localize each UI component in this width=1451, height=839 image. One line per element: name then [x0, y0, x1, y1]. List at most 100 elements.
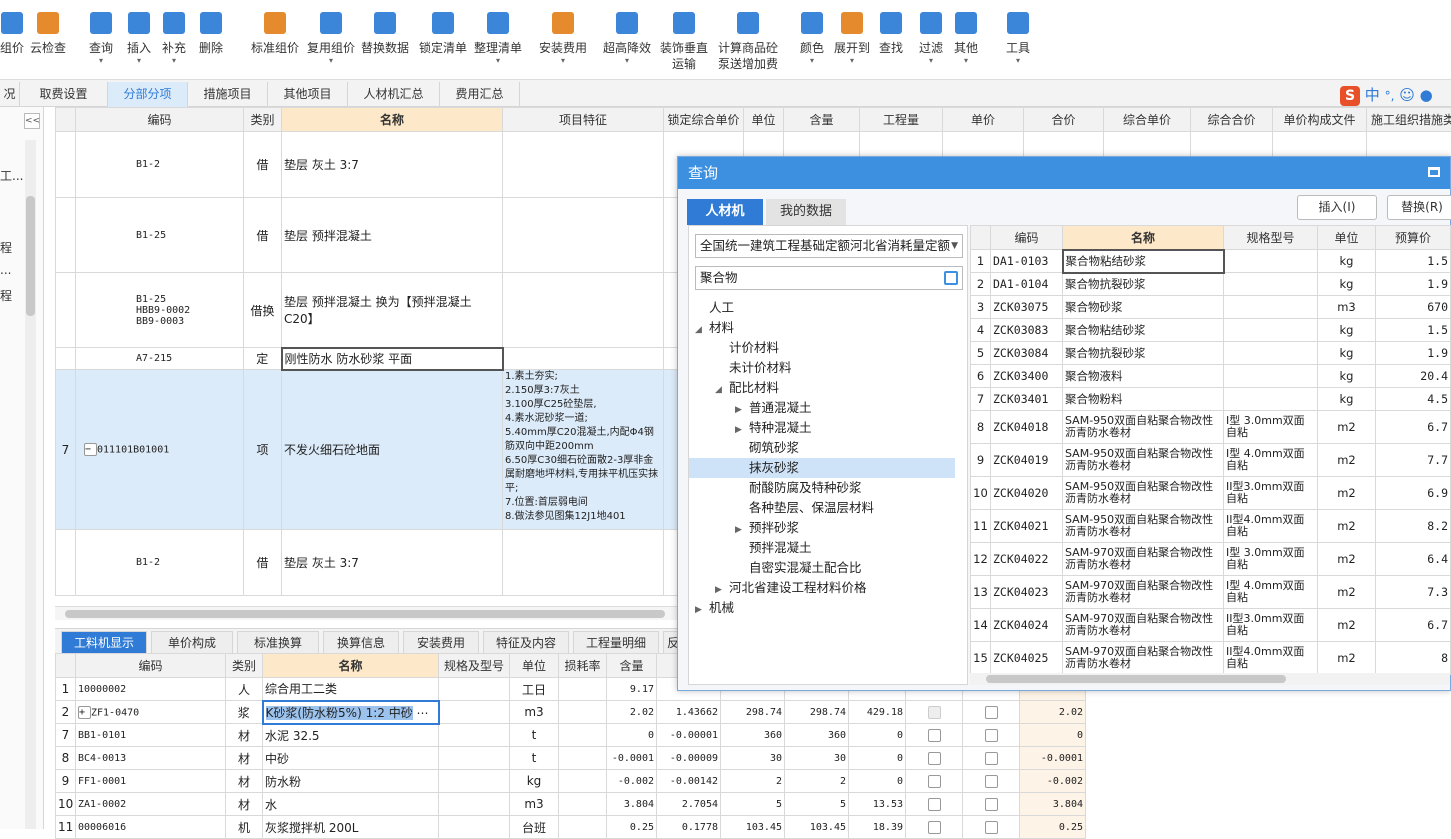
column-header[interactable]: 名称: [263, 654, 439, 678]
toolbar-button[interactable]: 插入▾: [127, 10, 151, 76]
toolbar-button[interactable]: 替换数据: [361, 10, 409, 76]
name-cell[interactable]: 垫层 预拌混凝土: [282, 198, 503, 273]
column-header[interactable]: 锁定综合单价: [664, 108, 744, 132]
market-price-cell[interactable]: 103.45: [785, 816, 849, 839]
lock-qty-checkbox[interactable]: [985, 821, 998, 834]
expand-arrow-icon[interactable]: ▶: [735, 420, 749, 440]
column-header[interactable]: 施工组织措施类别: [1367, 108, 1451, 132]
tab-labor-material[interactable]: 人材机: [687, 199, 763, 225]
table-row[interactable]: 3ZCK03075聚合物砂浆m3670: [971, 296, 1451, 319]
detail-tab[interactable]: 单价构成: [151, 631, 233, 654]
search-input[interactable]: 聚合物: [695, 266, 963, 290]
name-cell[interactable]: 垫层 灰土 3:7: [282, 530, 503, 596]
table-row[interactable]: 1DA1-0103聚合物粘结砂浆kg1.5: [971, 250, 1451, 273]
table-row[interactable]: 1100006016机灰浆搅拌机 200L台班0.250.1778103.451…: [56, 816, 1086, 839]
scroll-thumb[interactable]: [65, 610, 665, 618]
name-cell[interactable]: 水泥 32.5: [263, 724, 439, 747]
column-header[interactable]: 单位: [1318, 226, 1376, 250]
toolbar-button[interactable]: 整理清单▾: [474, 10, 522, 76]
column-header[interactable]: 含量: [784, 108, 860, 132]
lock-qty-checkbox[interactable]: [985, 706, 998, 719]
column-header[interactable]: 含量: [607, 654, 657, 678]
spec-cell[interactable]: [439, 678, 510, 701]
spec-cell[interactable]: [439, 793, 510, 816]
tab-fee-summary[interactable]: 费用汇总: [440, 82, 520, 107]
lock-qty-cell[interactable]: [963, 816, 1020, 839]
tab-my-data[interactable]: 我的数据: [766, 199, 846, 225]
toolbar-button[interactable]: 标准组价: [251, 10, 299, 76]
expand-arrow-icon[interactable]: ◢: [715, 380, 729, 400]
toolbar-button[interactable]: 补充▾: [162, 10, 186, 76]
loss-rate-cell[interactable]: [559, 678, 607, 701]
estimate-cell[interactable]: [906, 701, 963, 724]
loss-rate-cell[interactable]: [559, 770, 607, 793]
content-cell[interactable]: 0: [607, 724, 657, 747]
tree-node[interactable]: 人工: [689, 298, 955, 318]
table-row[interactable]: 6ZCK03400聚合物液料kg20.4: [971, 365, 1451, 388]
table-row[interactable]: 9FF1-0001材防水粉kg-0.002-0.00142220-0.002: [56, 770, 1086, 793]
column-header[interactable]: 类别: [226, 654, 263, 678]
ime-indicator[interactable]: S 中 °, ☺ ●: [1340, 84, 1451, 106]
table-row[interactable]: 10ZCK04020SAM-950双面自粘聚合物改性沥青防水卷材II型3.0mm…: [971, 477, 1451, 510]
lock-qty-cell[interactable]: [963, 724, 1020, 747]
detail-tab[interactable]: 换算信息: [323, 631, 399, 654]
estimate-cell[interactable]: [906, 793, 963, 816]
name-cell[interactable]: 不发火细石砼地面: [282, 370, 503, 530]
column-header[interactable]: 预算价: [1376, 226, 1451, 250]
detail-tab[interactable]: 标准换算: [237, 631, 319, 654]
name-cell[interactable]: 水: [263, 793, 439, 816]
loss-rate-cell[interactable]: [559, 701, 607, 724]
column-header[interactable]: 项目特征: [503, 108, 664, 132]
table-row[interactable]: 7BB1-0101材水泥 32.5t0-0.0000136036000: [56, 724, 1086, 747]
estimate-checkbox[interactable]: [928, 706, 941, 719]
expand-arrow-icon[interactable]: ▶: [735, 400, 749, 420]
tab-fee-settings[interactable]: 取费设置: [20, 82, 108, 107]
toolbar-button[interactable]: 过滤▾: [919, 10, 943, 76]
detail-tab[interactable]: 安装费用: [403, 631, 479, 654]
name-cell[interactable]: 刚性防水 防水砂浆 平面: [282, 348, 503, 370]
tree-node[interactable]: ▶普通混凝土: [689, 398, 955, 418]
column-header[interactable]: 单价构成文件: [1273, 108, 1367, 132]
estimate-cell[interactable]: [906, 747, 963, 770]
table-row[interactable]: 2DA1-0104聚合物抗裂砂浆kg1.9: [971, 273, 1451, 296]
toolbar-button[interactable]: 颜色▾: [800, 10, 824, 76]
table-row[interactable]: 7ZCK03401聚合物粉料kg4.5: [971, 388, 1451, 411]
collapse-pane-button[interactable]: <<: [24, 113, 40, 129]
table-row[interactable]: 13ZCK04023SAM-970双面自粘聚合物改性沥青防水卷材I型 4.0mm…: [971, 576, 1451, 609]
lock-qty-checkbox[interactable]: [985, 752, 998, 765]
expand-arrow-icon[interactable]: ▶: [695, 600, 709, 620]
collapse-icon[interactable]: −: [84, 443, 97, 456]
name-cell[interactable]: K砂浆(防水粉5%) 1:2 中砂 ⋯: [263, 701, 439, 724]
content-cell[interactable]: 0.25: [607, 816, 657, 839]
content-cell[interactable]: 3.804: [607, 793, 657, 816]
estimate-cell[interactable]: [906, 816, 963, 839]
market-price-cell[interactable]: 298.74: [785, 701, 849, 724]
nav-item[interactable]: 工...: [0, 167, 23, 184]
toolbar-button[interactable]: 组价: [0, 10, 24, 76]
column-header[interactable]: 综合单价: [1104, 108, 1191, 132]
table-row[interactable]: 2+ZF1-0470浆K砂浆(防水粉5%) 1:2 中砂 ⋯m32.021.43…: [56, 701, 1086, 724]
tree-node[interactable]: ▶河北省建设工程材料价格: [689, 578, 955, 598]
nav-item[interactable]: ...: [0, 263, 11, 277]
feature-cell[interactable]: 1.素土夯实; 2.150厚3:7灰土 3.100厚C25砼垫层, 4.素水泥砂…: [503, 370, 664, 530]
expand-arrow-icon[interactable]: ◢: [695, 320, 709, 340]
search-icon[interactable]: [944, 271, 958, 285]
name-cell[interactable]: 防水粉: [263, 770, 439, 793]
loss-rate-cell[interactable]: [559, 816, 607, 839]
insert-button[interactable]: 插入(I): [1297, 195, 1377, 220]
table-row[interactable]: 8BC4-0013材中砂t-0.0001-0.0000930300-0.0001: [56, 747, 1086, 770]
spec-cell[interactable]: [439, 701, 510, 724]
estimate-checkbox[interactable]: [928, 821, 941, 834]
tree-node[interactable]: ▶特种混凝土: [689, 418, 955, 438]
tree-node[interactable]: ◢材料: [689, 318, 955, 338]
table-row[interactable]: 15ZCK04025SAM-970双面自粘聚合物改性沥青防水卷材II型4.0mm…: [971, 642, 1451, 675]
detail-tab[interactable]: 工程量明细: [573, 631, 659, 654]
tree-node[interactable]: 计价材料: [689, 338, 955, 358]
toolbar-button[interactable]: 删除: [199, 10, 223, 76]
lock-qty-checkbox[interactable]: [985, 729, 998, 742]
column-header[interactable]: 名称: [1063, 226, 1224, 250]
table-row[interactable]: 4ZCK03083聚合物粘结砂浆kg1.5: [971, 319, 1451, 342]
spec-cell[interactable]: [439, 816, 510, 839]
detail-tab[interactable]: 工料机显示: [61, 631, 147, 654]
toolbar-button[interactable]: 云检查: [30, 10, 66, 76]
